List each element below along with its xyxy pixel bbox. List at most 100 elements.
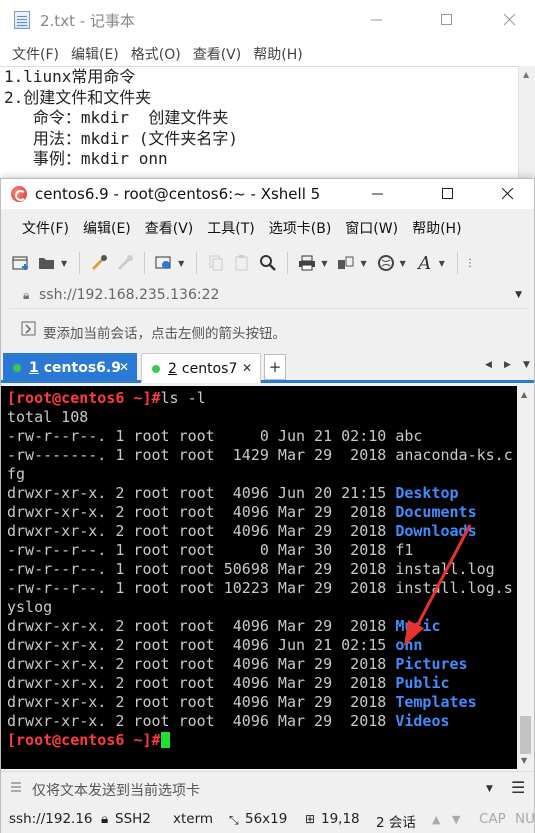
menu-tools[interactable]: 工具(T) — [200, 213, 261, 241]
paste-icon[interactable] — [230, 251, 254, 275]
terminal-line: -rw-r--r--. 1 root root 10223 Mar 29 201… — [7, 579, 517, 598]
terminal-line: -rw-------. 1 root root 1429 Mar 29 2018… — [7, 446, 517, 465]
chevron-down-icon[interactable]: ▼ — [400, 259, 406, 268]
file-meta: drwxr-xr-x. 2 root root 4096 Mar 29 2018 — [7, 655, 396, 673]
terminal-output[interactable]: [root@centos6 ~]#ls -l total 108 -rw-r--r-… — [1, 386, 517, 769]
session-tab-bar: 1 centos6.9 ✕ 2 centos7 ✕ + ◀ ▶ ▼ — [1, 351, 534, 383]
copy-icon[interactable] — [204, 251, 228, 275]
scroll-up-icon[interactable]: ▲ — [523, 70, 529, 79]
notepad-scrollbar[interactable]: ▲ — [518, 66, 535, 180]
menu-file[interactable]: 文件(F) — [6, 40, 65, 66]
directory-name: Videos — [395, 712, 450, 730]
resize-icon: ⤡ — [229, 813, 239, 827]
connect-icon[interactable] — [87, 251, 111, 275]
chevron-down-icon[interactable]: ▼ — [486, 784, 493, 794]
close-icon — [504, 14, 516, 26]
chevron-down-icon[interactable]: ▼ — [439, 259, 445, 268]
maximize-icon — [442, 188, 453, 199]
menu-edit[interactable]: 编辑(E) — [76, 213, 138, 241]
menu-tabs[interactable]: 选项卡(B) — [262, 213, 339, 241]
minimize-button[interactable] — [354, 0, 400, 40]
notepad-text-area[interactable]: 1.liunx常用命令 2.创建文件和文件夹 命令：mkdir 创建文件夹 用法：… — [0, 66, 518, 180]
connected-status-icon — [152, 364, 160, 373]
terminal-line: fg — [7, 465, 517, 484]
menu-format[interactable]: 格式(O) — [125, 40, 187, 66]
terminal-line: drwxr-xr-x. 2 root root 4096 Mar 29 2018… — [7, 693, 517, 712]
toolbar-overflow-icon[interactable]: ⋮ — [465, 258, 475, 269]
menu-edit[interactable]: 编辑(E) — [65, 40, 125, 66]
terminal-line: drwxr-xr-x. 2 root root 4096 Mar 29 2018… — [7, 522, 517, 541]
font-icon[interactable]: A — [413, 251, 437, 275]
chevron-down-icon[interactable]: ▼ — [523, 360, 530, 370]
new-session-icon[interactable] — [9, 251, 33, 275]
menu-window[interactable]: 窗口(W) — [338, 213, 405, 241]
notepad-titlebar[interactable]: 2.txt - 记事本 — [0, 0, 535, 40]
arrow-down-icon[interactable]: ▼ — [452, 813, 460, 826]
maximize-button[interactable] — [424, 0, 470, 40]
directory-name: Music — [395, 617, 441, 635]
chevron-down-icon[interactable]: ▼ — [515, 290, 522, 300]
maximize-button[interactable] — [425, 179, 471, 209]
menu-help[interactable]: 帮助(H) — [247, 40, 308, 66]
terminal-cursor — [160, 732, 170, 748]
terminal-scrollbar[interactable]: ▲ ▼ — [517, 386, 534, 769]
chevron-left-icon[interactable]: ◀ — [485, 360, 492, 370]
directory-name: Downloads — [395, 522, 477, 540]
scroll-down-icon[interactable]: ▼ — [521, 756, 527, 765]
properties-icon[interactable] — [152, 251, 176, 275]
file-name: abc — [395, 427, 423, 445]
menu-icon[interactable]: ☰ — [511, 778, 525, 797]
file-name: install.log — [395, 560, 495, 578]
status-connection: ssh://192.16 — [9, 811, 93, 827]
terminal-prompt: [root@centos6 ~]# — [7, 731, 161, 749]
scroll-up-icon[interactable]: ▲ — [521, 390, 527, 399]
close-button[interactable] — [487, 0, 533, 40]
send-bar[interactable]: 仅将文本发送到当前选项卡 ▼ ☰ — [1, 771, 534, 805]
transfer-icon[interactable] — [334, 251, 358, 275]
file-meta: drwxr-xr-x. 2 root root 4096 Mar 29 2018 — [7, 712, 396, 730]
chevron-down-icon[interactable]: ▼ — [178, 259, 184, 268]
menu-help[interactable]: 帮助(H) — [405, 213, 468, 241]
terminal-line: drwxr-xr-x. 2 root root 4096 Jun 20 21:1… — [7, 484, 517, 503]
scroll-thumb[interactable] — [520, 716, 531, 754]
chevron-down-icon[interactable]: ▼ — [321, 259, 327, 268]
xshell-titlebar[interactable]: centos6.9 - root@centos6:~ - Xshell 5 — [1, 179, 534, 209]
print-icon[interactable] — [295, 251, 319, 275]
chevron-right-icon[interactable]: ▶ — [504, 360, 511, 370]
close-button[interactable] — [485, 179, 531, 209]
open-folder-icon[interactable] — [35, 251, 59, 275]
menu-view[interactable]: 查看(V) — [138, 213, 201, 241]
chevron-down-icon[interactable]: ▼ — [360, 259, 366, 268]
add-session-arrow-icon[interactable] — [21, 321, 37, 341]
close-icon[interactable]: ✕ — [119, 360, 129, 374]
find-icon[interactable] — [256, 251, 280, 275]
terminal-line: drwxr-xr-x. 2 root root 4096 Mar 29 2018… — [7, 674, 517, 693]
file-meta: drwxr-xr-x. 2 root root 4096 Jun 20 21:1… — [7, 484, 396, 502]
address-bar[interactable]: 🔒︎ ssh://192.168.235.136:22 ▼ — [9, 283, 528, 309]
terminal-line: drwxr-xr-x. 2 root root 4096 Mar 29 2018… — [7, 617, 517, 636]
new-tab-button[interactable]: + — [264, 354, 286, 380]
minimize-button[interactable] — [355, 179, 401, 209]
close-icon[interactable]: ✕ — [242, 361, 252, 375]
globe-icon[interactable] — [374, 251, 398, 275]
terminal-line: -rw-r--r--. 1 root root 0 Mar 30 2018 f1 — [7, 541, 517, 560]
session-hint-text: 要添加当前会话，点击左侧的箭头按钮。 — [43, 326, 286, 342]
file-meta: drwxr-xr-x. 2 root root 4096 Mar 29 2018 — [7, 503, 396, 521]
text-line: 1.liunx常用命令 — [4, 67, 136, 86]
arrow-up-icon[interactable]: ▲ — [432, 813, 440, 826]
cursor-pos-icon: ⊞ — [305, 812, 316, 826]
menu-file[interactable]: 文件(F) — [15, 213, 76, 241]
file-name: yslog — [7, 598, 53, 616]
file-meta: -rw-r--r--. 1 root root 0 Jun 21 02:10 — [7, 427, 396, 445]
toolbar-separator — [144, 252, 146, 274]
tab-centos7[interactable]: 2 centos7 ✕ — [141, 353, 261, 383]
notepad-menubar: 文件(F) 编辑(E) 格式(O) 查看(V) 帮助(H) — [0, 40, 535, 66]
disconnect-icon[interactable] — [113, 251, 137, 275]
tab-centos6-9[interactable]: 1 centos6.9 ✕ — [3, 353, 137, 383]
directory-name: Pictures — [395, 655, 468, 673]
status-bar: ssh://192.16 🔒︎ SSH2 xterm ⤡ 56x19 ⊞ 19,… — [1, 807, 535, 833]
status-num: NUM — [515, 811, 535, 827]
address-input[interactable]: ssh://192.168.235.136:22 — [39, 287, 219, 303]
menu-view[interactable]: 查看(V) — [187, 40, 248, 66]
chevron-down-icon[interactable]: ▼ — [61, 259, 67, 268]
